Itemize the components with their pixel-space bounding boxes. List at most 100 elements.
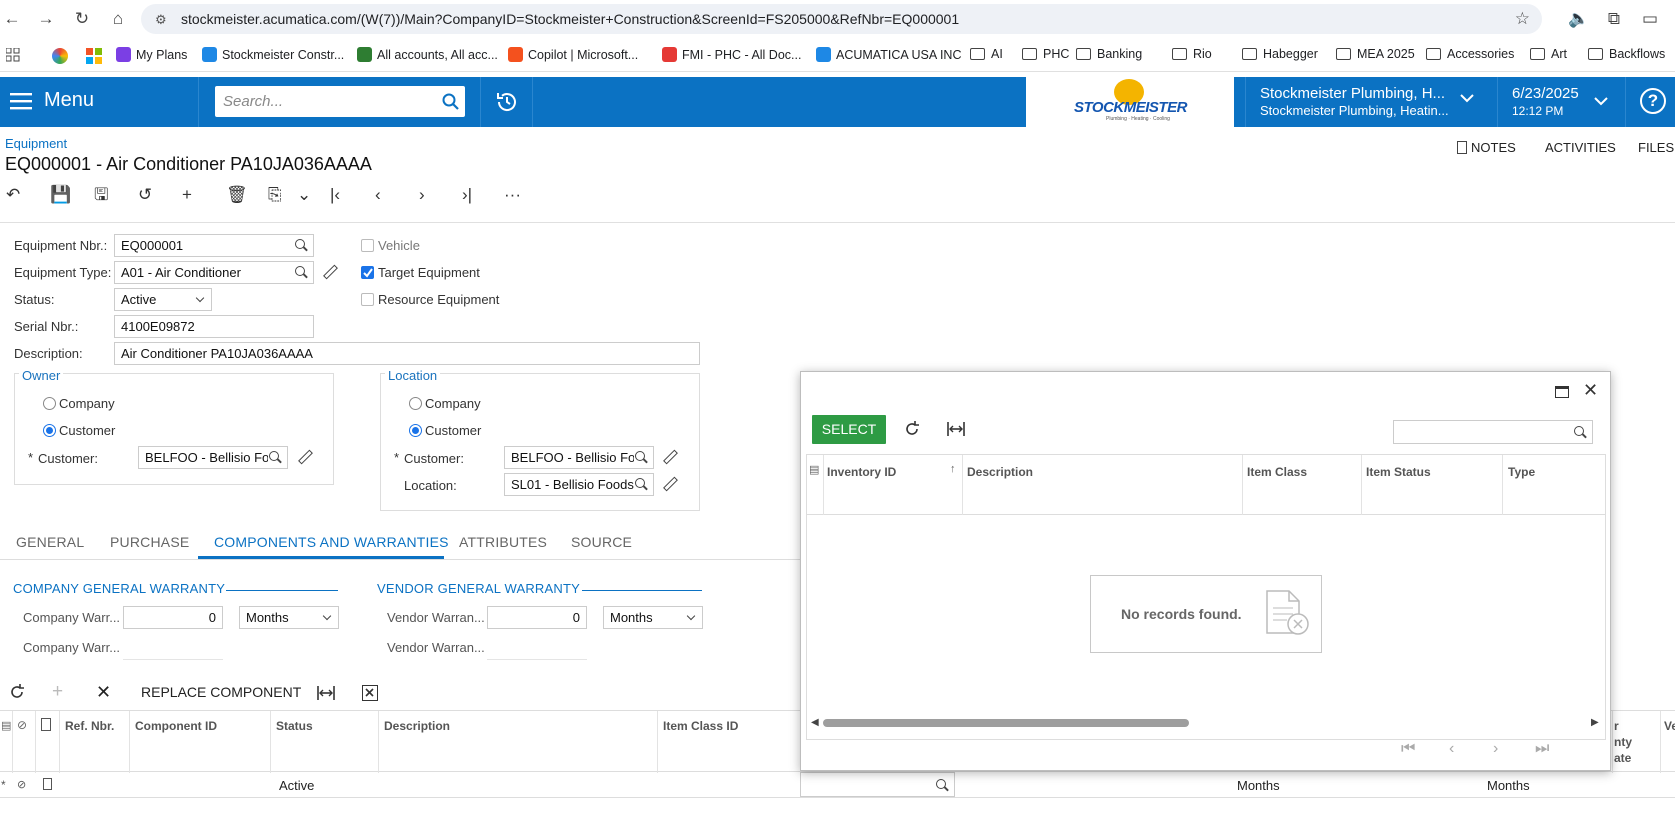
vendor-warranty-duration-field[interactable]: 0 — [487, 606, 587, 629]
breadcrumb[interactable]: Equipment — [5, 136, 67, 151]
edit-pencil-icon[interactable] — [662, 477, 676, 491]
back-icon[interactable]: ← — [2, 9, 22, 29]
company-logo[interactable]: STOCKMEISTER Plumbing · Heating · Coolin… — [1026, 77, 1234, 127]
row-unit-1[interactable]: Months — [1237, 778, 1280, 793]
next-record-icon[interactable]: › — [419, 185, 425, 205]
bookmark-item[interactable]: ACUMATICA USA INC — [816, 47, 961, 62]
col-item-class[interactable]: Item Class — [1247, 465, 1307, 479]
bookmark-item[interactable]: Art — [1530, 47, 1567, 61]
description-field[interactable]: Air Conditioner PA10JA036AAAA — [114, 342, 700, 365]
address-bar[interactable]: ⚙ stockmeister.acumatica.com/(W(7))/Main… — [141, 4, 1542, 34]
col-ref-nbr[interactable]: Ref. Nbr. — [65, 719, 125, 733]
attachment-icon[interactable]: ⊘ — [17, 778, 26, 791]
col-item-status[interactable]: Item Status — [1366, 465, 1431, 479]
owner-customer-radio[interactable] — [43, 424, 56, 437]
close-icon[interactable]: ✕ — [1583, 380, 1598, 401]
maximize-icon[interactable] — [1555, 386, 1569, 398]
first-record-icon[interactable]: |‹ — [330, 185, 340, 205]
search-icon[interactable] — [634, 477, 648, 491]
copy-paste-icon[interactable]: ⎘ — [268, 185, 282, 205]
replace-component-button[interactable]: REPLACE COMPONENT — [141, 684, 301, 700]
bookmark-item[interactable]: Copilot | Microsoft... — [508, 47, 638, 62]
refresh-icon[interactable] — [903, 420, 921, 438]
company-warranty-type-field[interactable] — [123, 659, 223, 660]
search-icon[interactable] — [634, 450, 648, 464]
add-icon[interactable]: + — [182, 185, 192, 205]
edit-pencil-icon[interactable] — [297, 450, 311, 464]
bookmark-item[interactable]: Banking — [1076, 47, 1142, 61]
last-page-icon[interactable]: ⏭ — [1535, 740, 1549, 758]
scroll-right-icon[interactable]: ▶ — [1591, 717, 1599, 728]
vendor-warranty-type-field[interactable] — [487, 659, 587, 660]
back-arrow-icon[interactable]: ↶ — [6, 185, 20, 205]
owner-customer-field[interactable]: BELFOO - Bellisio Fo — [138, 446, 288, 469]
company-selector[interactable]: Stockmeister Plumbing, H... Stockmeister… — [1246, 77, 1497, 127]
search-icon[interactable] — [268, 450, 282, 464]
row-selector-icon[interactable]: ▤ — [809, 463, 819, 476]
scroll-left-icon[interactable]: ◀ — [811, 717, 819, 728]
search-icon[interactable] — [935, 778, 949, 792]
tab-components-and-warranties[interactable]: COMPONENTS AND WARRANTIES — [214, 534, 449, 550]
chevron-down-icon[interactable]: ⌄ — [297, 185, 311, 205]
table-row[interactable]: * ⊘ Active Months Months — [0, 772, 1675, 798]
search-icon[interactable] — [294, 265, 308, 279]
delete-icon[interactable]: 🗑 — [226, 185, 248, 205]
col-description[interactable]: Description — [967, 465, 1033, 479]
add-row-icon[interactable]: + — [52, 682, 63, 701]
row-selector-icon[interactable]: ▤ — [1, 719, 11, 732]
prev-record-icon[interactable]: ‹ — [375, 185, 381, 205]
location-customer-radio[interactable] — [409, 424, 422, 437]
help-icon[interactable]: ? — [1640, 88, 1666, 114]
notes-button[interactable]: NOTES — [1457, 140, 1516, 155]
col-status[interactable]: Status — [276, 719, 313, 733]
reload-icon[interactable]: ↻ — [72, 9, 92, 29]
site-info-icon[interactable]: ⚙ — [155, 12, 167, 28]
bookmark-star-icon[interactable]: ☆ — [1515, 9, 1530, 29]
dialog-search-input[interactable] — [1393, 420, 1593, 444]
fit-columns-icon[interactable] — [317, 686, 335, 700]
row-unit-2[interactable]: Months — [1487, 778, 1530, 793]
company-warranty-duration-field[interactable]: 0 — [123, 606, 223, 629]
status-select[interactable]: Active — [114, 288, 212, 311]
prev-page-icon[interactable]: ‹ — [1449, 740, 1454, 758]
last-record-icon[interactable]: ›| — [462, 185, 472, 205]
forward-icon[interactable]: → — [36, 9, 56, 29]
copilot-icon[interactable] — [52, 48, 68, 64]
bookmark-item[interactable]: Rio — [1172, 47, 1212, 61]
next-page-icon[interactable]: › — [1493, 740, 1498, 758]
col-item-class-id[interactable]: Item Class ID — [663, 719, 738, 733]
more-icon[interactable]: ··· — [504, 185, 521, 205]
target-equipment-checkbox[interactable] — [361, 266, 374, 279]
files-button[interactable]: FILES — [1638, 140, 1674, 155]
save-and-close-icon[interactable]: 💾 — [50, 185, 71, 205]
bookmark-item[interactable]: Backflows — [1588, 47, 1665, 61]
bookmark-item[interactable]: PHC — [1022, 47, 1069, 61]
search-icon[interactable] — [294, 238, 308, 252]
bookmark-item[interactable]: Habegger — [1242, 47, 1318, 61]
hamburger-menu-icon[interactable] — [10, 91, 32, 111]
location-customer-field[interactable]: BELFOO - Bellisio Fo — [504, 446, 654, 469]
home-icon[interactable]: ⌂ — [108, 9, 128, 29]
bookmark-item[interactable]: All accounts, All acc... — [357, 47, 498, 62]
note-icon[interactable] — [43, 778, 52, 790]
menu-label[interactable]: Menu — [44, 89, 94, 112]
serial-field[interactable]: 4100E09872 — [114, 315, 314, 338]
media-icon[interactable]: 🔈 — [1568, 9, 1589, 29]
horizontal-scrollbar[interactable] — [823, 719, 1189, 727]
search-input[interactable]: Search... — [215, 86, 465, 117]
fit-columns-icon[interactable] — [947, 422, 965, 436]
col-component-id[interactable]: Component ID — [135, 719, 217, 733]
col-description[interactable]: Description — [384, 719, 450, 733]
tab-attributes[interactable]: ATTRIBUTES — [459, 534, 547, 550]
company-warranty-unit-select[interactable]: Months — [239, 606, 339, 629]
cancel-icon[interactable]: ↺ — [138, 185, 152, 205]
microsoft-icon[interactable] — [86, 48, 102, 64]
tab-purchase[interactable]: PURCHASE — [110, 534, 189, 550]
apps-grid-icon[interactable] — [6, 48, 20, 62]
location-field[interactable]: SL01 - Bellisio Foods — [504, 473, 654, 496]
bookmark-item[interactable]: Accessories — [1426, 47, 1514, 61]
sidebar-icon[interactable]: ▭ — [1640, 9, 1660, 29]
search-icon[interactable] — [442, 93, 459, 110]
save-icon[interactable]: 🖫 — [94, 185, 108, 205]
bookmark-item[interactable]: AI — [970, 47, 1003, 61]
